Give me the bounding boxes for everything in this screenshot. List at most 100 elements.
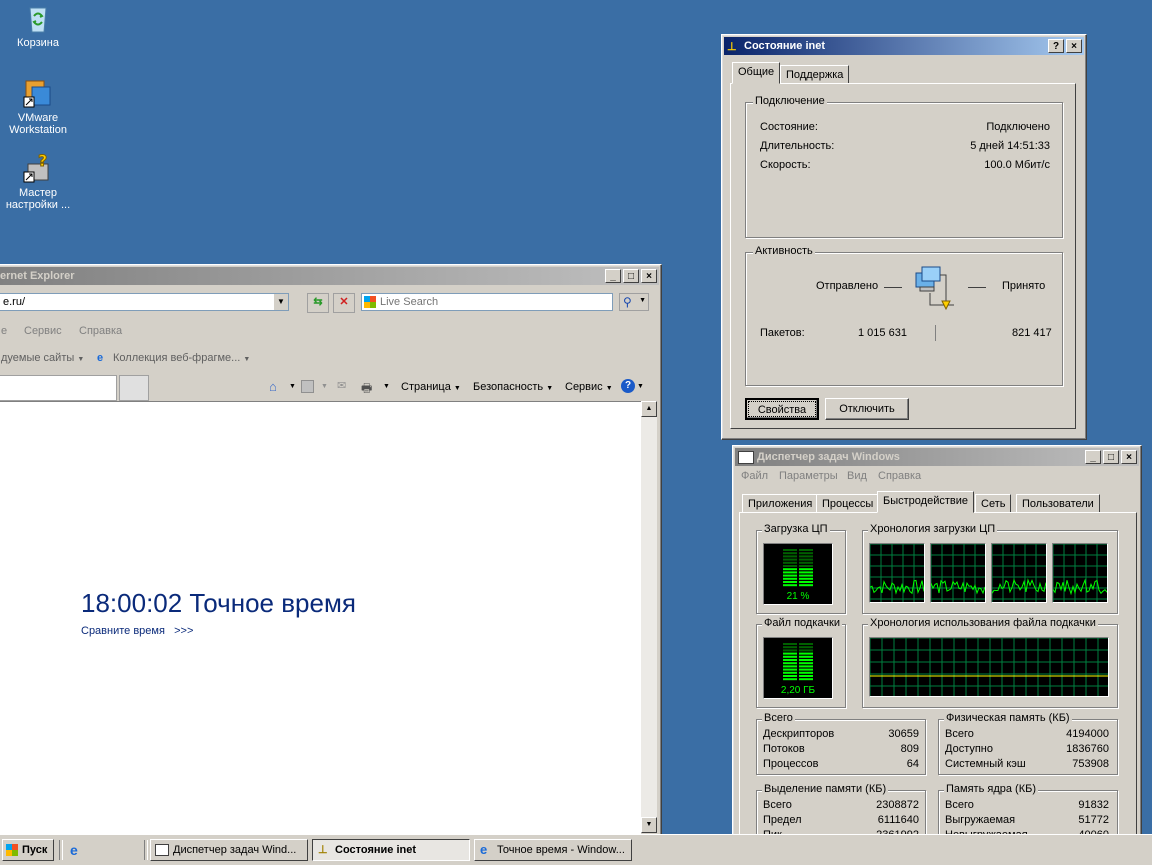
tab-general[interactable]: Общие: [732, 62, 781, 84]
row-value: 100.0 Мбит/с: [984, 159, 1050, 171]
menu-item-help[interactable]: Справка: [878, 470, 921, 482]
vertical-scrollbar[interactable]: ▲ ▼: [641, 401, 657, 833]
ie-menubar: е Сервис Справка: [0, 325, 649, 341]
activity-group: Активность Отправлено Принято Пакетов: 1…: [745, 245, 1063, 386]
maximize-icon[interactable]: □: [623, 269, 639, 283]
cpu-history-graph-3: [991, 543, 1047, 603]
menu-item[interactable]: е: [1, 325, 7, 337]
scroll-up-button[interactable]: ▲: [641, 401, 657, 417]
handles-row: Дескрипторов 30659: [763, 728, 919, 740]
desktop-icon-recycle-bin[interactable]: Корзина: [0, 2, 76, 49]
inet-titlebar[interactable]: ⊥ Состояние inet ? ×: [724, 37, 1084, 55]
pagefile-history-plot: [870, 638, 1108, 696]
properties-button[interactable]: Свойства: [745, 398, 819, 420]
refresh-button[interactable]: ⇆: [307, 293, 329, 313]
minimize-icon[interactable]: _: [605, 269, 621, 283]
tab-users[interactable]: Пользователи: [1016, 494, 1100, 513]
menu-item-view[interactable]: Вид: [847, 470, 867, 482]
minimize-icon[interactable]: _: [1085, 450, 1101, 464]
recycle-bin-icon: [22, 2, 54, 34]
meter-segment: [783, 552, 797, 555]
menu-item-options[interactable]: Параметры: [779, 470, 838, 482]
cpu-history-graph-2: [930, 543, 986, 603]
group-legend: Выделение памяти (КБ): [762, 783, 889, 795]
group-legend: Хронология загрузки ЦП: [868, 523, 998, 535]
received-line: [968, 287, 986, 288]
meter-segment: [799, 568, 813, 571]
search-button[interactable]: ⚲ ▼: [619, 293, 649, 311]
rss-icon[interactable]: [301, 380, 314, 393]
tab-processes[interactable]: Процессы: [816, 494, 880, 513]
chevron-down-icon[interactable]: ▼: [289, 383, 296, 390]
home-icon[interactable]: ⌂: [269, 379, 277, 394]
ie-titlebar[interactable]: ernet Explorer _ □ ×: [0, 267, 659, 285]
totals-group: Всего Дескрипторов 30659 Потоков 809 Проце…: [756, 712, 926, 775]
address-input[interactable]: e.ru/: [3, 296, 25, 308]
safety-menu-label: Безопасность: [473, 381, 544, 393]
taskmgr-titlebar[interactable]: Диспетчер задач Windows _ □ ×: [735, 448, 1139, 466]
new-tab-button[interactable]: [119, 375, 149, 401]
packets-sent-value: 1 015 631: [858, 327, 907, 339]
desktop-icon-label: Мастер настройки ...: [5, 187, 71, 211]
help-icon[interactable]: ?: [1048, 39, 1064, 53]
row-value: 1836760: [1066, 743, 1109, 755]
menu-item-file[interactable]: Файл: [741, 470, 768, 482]
print-icon[interactable]: 🖶: [361, 379, 372, 400]
address-bar[interactable]: e.ru/ ▼: [0, 293, 289, 311]
taskbar-inet-status[interactable]: ⊥ Состояние inet: [312, 839, 470, 861]
ie-tab[interactable]: [0, 375, 117, 401]
close-icon[interactable]: ×: [1121, 450, 1137, 464]
inet-status-window: ⊥ Состояние inet ? × Общие Поддержка Под…: [721, 34, 1087, 440]
chevron-down-icon[interactable]: ▼: [321, 383, 328, 390]
row-label: Доступно: [945, 743, 994, 755]
meter-segment: [783, 662, 797, 665]
stop-button[interactable]: ✕: [333, 293, 355, 313]
chevron-down-icon[interactable]: ▼: [383, 383, 390, 390]
quicklaunch-ie[interactable]: e: [70, 842, 86, 858]
desktop-icon-vmware[interactable]: VMware Workstation: [0, 77, 76, 136]
help-icon[interactable]: ?: [621, 379, 635, 393]
disconnect-button[interactable]: Отключить: [825, 398, 909, 420]
tab-network[interactable]: Сеть: [975, 494, 1012, 513]
meter-segment: [783, 581, 797, 583]
tab-applications[interactable]: Приложения: [742, 494, 819, 513]
row-label: Всего: [763, 799, 792, 811]
compare-time-link[interactable]: Сравните время >>>: [81, 625, 193, 637]
meter-segment: [783, 571, 797, 574]
chevron-down-icon[interactable]: ▼: [274, 294, 288, 310]
page-menu[interactable]: Страница ▼: [401, 381, 461, 393]
scroll-down-button[interactable]: ▼: [641, 817, 657, 833]
taskbar-ie-window[interactable]: e Точное время - Window...: [474, 839, 632, 861]
chevron-down-icon: ▼: [605, 385, 613, 392]
desktop-icon-wizard[interactable]: ? Мастер настройки ...: [0, 151, 76, 212]
close-icon[interactable]: ×: [641, 269, 657, 283]
tab-performance[interactable]: Быстродействие: [877, 491, 974, 513]
chevron-down-icon[interactable]: ▼: [639, 297, 646, 304]
connection-duration-row: Длительность: 5 дней 14:51:33: [760, 140, 1050, 152]
task-manager-window: Диспетчер задач Windows _ □ × Файл Парам…: [732, 445, 1142, 865]
mail-icon[interactable]: ✉: [337, 379, 346, 392]
start-button[interactable]: Пуск: [2, 839, 54, 861]
meter-segment: [799, 549, 813, 551]
taskbar-task-manager[interactable]: Диспетчер задач Wind...: [150, 839, 308, 861]
favorites-suggested[interactable]: дуемые сайты ▼: [1, 352, 84, 364]
row-value: 2308872: [876, 799, 919, 811]
tools-menu[interactable]: Сервис ▼: [565, 381, 613, 393]
meter-segment: [799, 577, 813, 580]
more-link[interactable]: >>>: [174, 625, 193, 637]
search-box[interactable]: [361, 293, 613, 311]
taskmgr-icon: [738, 450, 754, 464]
menu-item-tools[interactable]: Сервис: [24, 325, 62, 337]
tab-support[interactable]: Поддержка: [780, 65, 850, 84]
row-label: Скорость:: [760, 159, 811, 171]
menu-item-help[interactable]: Справка: [79, 325, 122, 337]
sent-line: [884, 287, 902, 288]
meter-segment: [799, 659, 813, 661]
favorites-webslice[interactable]: Коллекция веб-фрагме... ▼: [113, 352, 250, 364]
close-icon[interactable]: ×: [1066, 39, 1082, 53]
wizard-icon: ?: [22, 151, 54, 184]
chevron-down-icon[interactable]: ▼: [637, 383, 644, 390]
safety-menu[interactable]: Безопасность ▼: [473, 381, 553, 393]
maximize-icon[interactable]: □: [1103, 450, 1119, 464]
search-input[interactable]: [380, 295, 605, 309]
